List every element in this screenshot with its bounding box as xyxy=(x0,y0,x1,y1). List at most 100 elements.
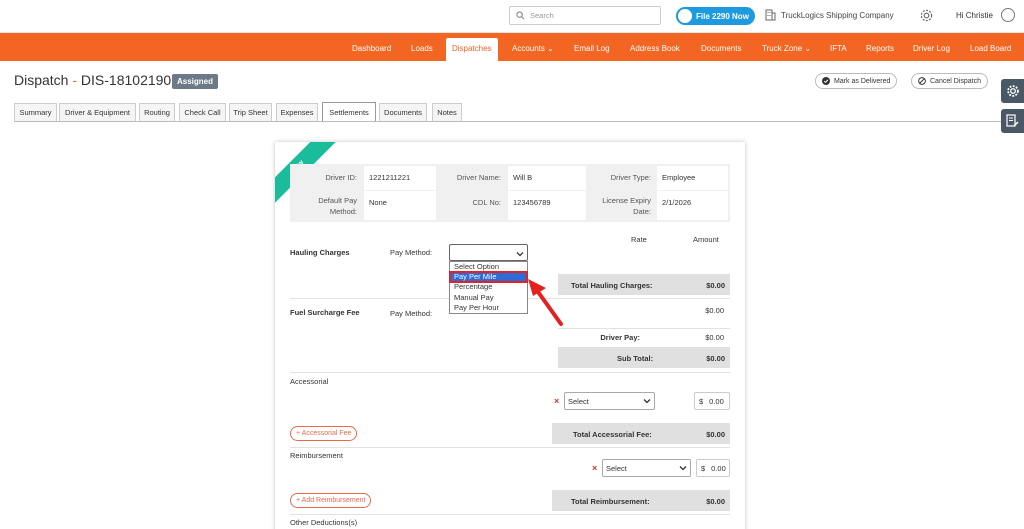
search-input[interactable]: Search xyxy=(509,6,661,25)
nav-dispatches[interactable]: Dispatches xyxy=(446,38,498,61)
option-percentage[interactable]: Percentage xyxy=(450,282,527,292)
fuel-surcharge-label: Fuel Surcharge Fee xyxy=(290,308,360,317)
total-accessorial-value: $0.00 xyxy=(706,430,725,439)
company-switcher[interactable]: TruckLogics Shipping Company xyxy=(765,9,894,21)
fuel-amount: $0.00 xyxy=(705,306,724,315)
total-accessorial-bar: Total Accessorial Fee: $0.00 xyxy=(552,423,730,444)
document-edit-icon xyxy=(1006,114,1019,127)
driver-pay-label: Driver Pay: xyxy=(600,333,640,342)
file-2290-label: File 2290 Now xyxy=(696,11,749,21)
company-name: TruckLogics Shipping Company xyxy=(781,10,894,20)
option-pay-per-hour[interactable]: Pay Per Hour xyxy=(450,303,527,313)
page-title: Dispatch - DIS-18102190 xyxy=(14,72,171,88)
accessorial-amount-input[interactable]: $ 0.00 xyxy=(694,392,730,410)
reimbursement-amount-input[interactable]: $ 0.00 xyxy=(696,459,730,477)
license-expiry-label: License Expiry Date: xyxy=(590,195,651,217)
default-pay-value: None xyxy=(364,191,436,220)
tab-notes[interactable]: Notes xyxy=(432,103,462,121)
avatar[interactable] xyxy=(1001,8,1015,22)
search-icon xyxy=(516,11,525,20)
hauling-pay-method-label: Pay Method: xyxy=(390,248,433,257)
settings-side-button[interactable] xyxy=(1001,79,1024,103)
driver-name-value: Will B xyxy=(508,166,586,190)
reimbursement-select[interactable]: Select xyxy=(602,459,691,477)
nav-documents[interactable]: Documents xyxy=(701,33,741,61)
tab-check-call[interactable]: Check Call xyxy=(179,103,226,121)
nav-accounts[interactable]: Accounts ⌄ xyxy=(512,33,554,61)
status-badge: Assigned xyxy=(172,74,219,89)
chevron-down-icon xyxy=(643,399,651,404)
fuel-pay-method-label: Pay Method: xyxy=(390,309,433,318)
nav-address-book[interactable]: Address Book xyxy=(630,33,680,61)
tab-summary[interactable]: Summary xyxy=(14,103,57,121)
check-circle-icon xyxy=(822,77,830,85)
add-reimbursement-button[interactable]: + Add Reimbursement xyxy=(290,493,372,508)
annotation-arrow xyxy=(528,279,563,326)
divider xyxy=(290,514,730,515)
default-pay-label-line2: Method: xyxy=(329,207,357,216)
tab-trip-sheet[interactable]: Trip Sheet xyxy=(229,103,272,121)
tab-settlements[interactable]: Settlements xyxy=(322,102,376,122)
license-label-line2: Date: xyxy=(633,207,651,216)
divider xyxy=(558,328,730,329)
accessorial-label: Accessorial xyxy=(290,377,329,386)
other-deductions-label: Other Deductions(s) xyxy=(290,518,358,527)
option-select-option[interactable]: Select Option xyxy=(450,262,527,272)
tab-documents[interactable]: Documents xyxy=(379,103,427,121)
nav-load-board[interactable]: Load Board xyxy=(970,33,1011,61)
accessorial-amount-value: 0.00 xyxy=(709,396,724,406)
rate-header: Rate xyxy=(631,235,647,244)
driver-pay-value: $0.00 xyxy=(705,333,724,342)
tab-driver-equipment[interactable]: Driver & Equipment xyxy=(59,103,136,121)
subtotal-label: Sub Total: xyxy=(617,354,654,363)
settlement-card: New Driver ID: 1221211221 Driver Name: W… xyxy=(275,142,745,529)
accessorial-select[interactable]: Select xyxy=(564,392,655,410)
nav-loads[interactable]: Loads xyxy=(411,33,433,61)
nav-reports[interactable]: Reports xyxy=(866,33,894,61)
hauling-charges-label: Hauling Charges xyxy=(290,248,350,257)
add-accessorial-fee-button[interactable]: + Accessorial Fee xyxy=(290,426,358,441)
cancel-dispatch-button[interactable]: Cancel Dispatch xyxy=(911,73,988,89)
license-label-line1: License Expiry xyxy=(602,196,651,205)
tab-routing[interactable]: Routing xyxy=(139,103,175,121)
driver-id-label: Driver ID: xyxy=(325,173,357,182)
hauling-pay-method-select[interactable] xyxy=(449,244,528,261)
option-manual-pay[interactable]: Manual Pay xyxy=(450,293,527,303)
dispatch-id: DIS-18102190 xyxy=(80,72,172,88)
remove-reimbursement-icon[interactable]: × xyxy=(592,463,597,473)
gear-icon[interactable] xyxy=(919,8,934,23)
chevron-down-icon xyxy=(516,252,524,257)
total-accessorial-label: Total Accessorial Fee: xyxy=(573,430,652,439)
driver-type-label: Driver Type: xyxy=(610,173,651,182)
nav-ifta[interactable]: IFTA xyxy=(830,33,847,61)
cancel-circle-icon xyxy=(918,77,926,85)
notes-side-button[interactable] xyxy=(1001,109,1024,133)
top-bar: Search File 2290 Now TruckLogics Shippin… xyxy=(0,0,1024,33)
user-greeting[interactable]: Hi Christie xyxy=(956,11,993,20)
cdl-label: CDL No: xyxy=(472,198,501,207)
driver-info-panel: Driver ID: 1221211221 Driver Name: Will … xyxy=(290,164,730,222)
search-placeholder: Search xyxy=(530,11,554,20)
nav-dashboard[interactable]: Dashboard xyxy=(352,33,391,61)
cdl-value: 123456789 xyxy=(508,191,586,220)
form-2290-icon xyxy=(678,9,692,23)
driver-id-value: 1221211221 xyxy=(364,166,436,190)
remove-accessorial-icon[interactable]: × xyxy=(554,396,559,406)
nav-email-log[interactable]: Email Log xyxy=(574,33,610,61)
tab-divider xyxy=(14,121,1010,122)
nav-driver-log[interactable]: Driver Log xyxy=(913,33,950,61)
reimbursement-label: Reimbursement xyxy=(290,451,343,460)
tab-expenses[interactable]: Expenses xyxy=(276,103,318,121)
option-pay-per-mile[interactable]: Pay Per Mile xyxy=(449,271,528,284)
amount-header: Amount xyxy=(693,235,719,244)
total-hauling-bar: Total Hauling Charges: $0.00 xyxy=(558,274,730,295)
reimbursement-select-value: Select xyxy=(606,463,627,473)
gear-icon xyxy=(1006,85,1019,97)
subtotal-value: $0.00 xyxy=(706,354,725,363)
file-2290-button[interactable]: File 2290 Now xyxy=(676,7,755,25)
mark-delivered-button[interactable]: Mark as Delivered xyxy=(815,73,898,89)
chevron-down-icon xyxy=(679,466,687,471)
total-hauling-label: Total Hauling Charges: xyxy=(571,281,653,290)
divider xyxy=(290,372,730,373)
nav-truck-zone[interactable]: Truck Zone ⌄ xyxy=(762,33,811,61)
